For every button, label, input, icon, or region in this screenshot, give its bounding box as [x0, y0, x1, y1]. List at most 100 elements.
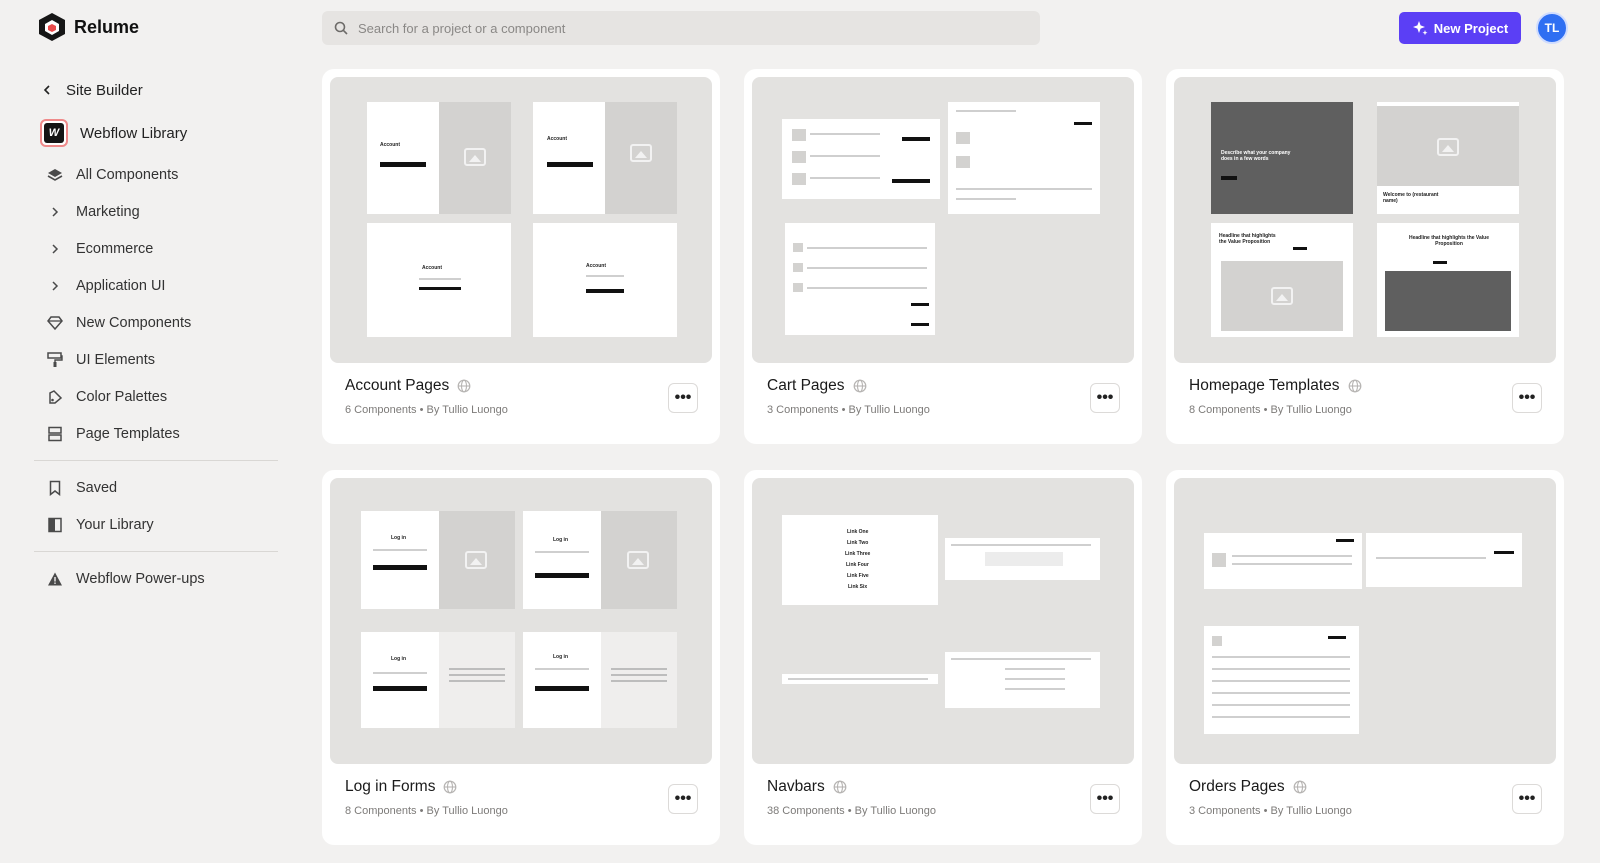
- card-title[interactable]: Homepage Templates: [1189, 377, 1362, 395]
- preview-heading: Welcome to (restaurant name): [1383, 192, 1439, 204]
- sparkle-icon: [1412, 21, 1428, 36]
- sidebar-item-label: Marketing: [76, 203, 140, 220]
- sidebar-item-saved[interactable]: Saved: [34, 469, 278, 506]
- sidebar-item-marketing[interactable]: Marketing: [34, 193, 278, 230]
- preview-heading: Log in: [391, 656, 406, 662]
- sidebar-item-label: Color Palettes: [76, 388, 168, 405]
- more-options-button[interactable]: •••: [668, 784, 698, 814]
- more-options-button[interactable]: •••: [1512, 383, 1542, 413]
- sidebar-item-all-components[interactable]: All Components: [34, 156, 278, 193]
- sidebar-item-ecommerce[interactable]: Ecommerce: [34, 230, 278, 267]
- more-dots-icon: •••: [1518, 389, 1536, 406]
- globe-icon: [853, 379, 866, 393]
- card-meta: 3 Components • By Tullio Luongo: [1189, 805, 1352, 817]
- sidebar-divider: [34, 551, 278, 552]
- image-placeholder-icon: [464, 148, 486, 166]
- sidebar-item-your-library[interactable]: Your Library: [34, 506, 278, 543]
- search-bar[interactable]: [322, 11, 1040, 45]
- preview-heading: Headline that highlights the Value Propo…: [1219, 233, 1276, 245]
- preview-nav-link: Link Two: [847, 540, 869, 546]
- new-project-button[interactable]: New Project: [1399, 12, 1521, 44]
- preview-nav-link: Link Five: [847, 573, 869, 579]
- more-options-button[interactable]: •••: [1512, 784, 1542, 814]
- project-card-cart-pages[interactable]: Cart Pages 3 Components • By Tullio Luon…: [744, 69, 1142, 444]
- project-card-log-in-forms[interactable]: Log in Log in Log in Log in Log in Forms…: [322, 470, 720, 845]
- sidebar-item-label: Saved: [76, 479, 118, 496]
- project-card-navbars[interactable]: Link One Link Two Link Three Link Four L…: [744, 470, 1142, 845]
- card-title[interactable]: Navbars: [767, 778, 847, 796]
- image-placeholder-icon: [630, 144, 652, 162]
- card-meta: 8 Components • By Tullio Luongo: [1189, 404, 1352, 416]
- image-placeholder-icon: [1437, 138, 1459, 156]
- back-to-site-builder[interactable]: Site Builder: [34, 70, 278, 110]
- image-placeholder-icon: [627, 551, 649, 569]
- more-dots-icon: •••: [674, 389, 692, 406]
- more-dots-icon: •••: [674, 790, 692, 807]
- sidebar-item-label: Your Library: [76, 516, 154, 533]
- more-options-button[interactable]: •••: [668, 383, 698, 413]
- image-placeholder-icon: [1271, 287, 1293, 305]
- relume-logo-icon: [39, 13, 65, 41]
- app-name: Relume: [74, 16, 140, 37]
- project-card-homepage-templates[interactable]: Describe what your company does in a few…: [1166, 69, 1564, 444]
- library-label: Webflow Library: [80, 124, 188, 142]
- paint-roller-icon: [46, 351, 64, 369]
- chevron-left-icon: [43, 85, 50, 95]
- sidebar-item-ui-elements[interactable]: UI Elements: [34, 341, 278, 378]
- card-thumbnail: Describe what your company does in a few…: [1174, 77, 1556, 363]
- sidebar-item-label: All Components: [76, 166, 179, 183]
- card-meta: 38 Components • By Tullio Luongo: [767, 805, 936, 817]
- card-meta: 8 Components • By Tullio Luongo: [345, 805, 508, 817]
- sidebar-item-color-palettes[interactable]: Color Palettes: [34, 378, 278, 415]
- card-thumbnail: [1174, 478, 1556, 764]
- relume-logo[interactable]: Relume: [38, 12, 139, 42]
- card-meta: 3 Components • By Tullio Luongo: [767, 404, 930, 416]
- card-meta: 6 Components • By Tullio Luongo: [345, 404, 508, 416]
- more-options-button[interactable]: •••: [1090, 784, 1120, 814]
- card-title[interactable]: Orders Pages: [1189, 778, 1307, 796]
- sidebar-item-page-templates[interactable]: Page Templates: [34, 415, 278, 452]
- sidebar-item-label: Page Templates: [76, 425, 180, 442]
- card-title[interactable]: Cart Pages: [767, 377, 867, 395]
- sidebar: Site Builder W Webflow Library All Compo…: [34, 70, 278, 597]
- back-label: Site Builder: [66, 81, 143, 99]
- palette-icon: [46, 388, 64, 406]
- sidebar-item-application-ui[interactable]: Application UI: [34, 267, 278, 304]
- project-card-account-pages[interactable]: Account Account Account Account Account …: [322, 69, 720, 444]
- search-input[interactable]: [358, 20, 998, 36]
- card-title[interactable]: Log in Forms: [345, 778, 457, 796]
- sidebar-item-webflow-power-ups[interactable]: Webflow Power-ups: [34, 560, 278, 597]
- sidebar-item-label: Application UI: [76, 277, 166, 294]
- card-title[interactable]: Account Pages: [345, 377, 471, 395]
- more-options-button[interactable]: •••: [1090, 383, 1120, 413]
- sidebar-item-new-components[interactable]: New Components: [34, 304, 278, 341]
- card-thumbnail: Link One Link Two Link Three Link Four L…: [752, 478, 1134, 764]
- chevron-right-icon: [46, 277, 64, 295]
- more-dots-icon: •••: [1518, 790, 1536, 807]
- project-card-orders-pages[interactable]: Orders Pages 3 Components • By Tullio Lu…: [1166, 470, 1564, 845]
- webflow-icon: W: [40, 119, 68, 147]
- preview-heading: Log in: [553, 654, 568, 660]
- globe-icon: [444, 780, 457, 794]
- card-thumbnail: Log in Log in Log in Log in: [330, 478, 712, 764]
- image-placeholder-icon: [465, 551, 487, 569]
- new-project-label: New Project: [1433, 20, 1509, 36]
- webflow-library-header[interactable]: W Webflow Library: [34, 110, 278, 156]
- preview-heading: Headline that highlights the Value Propo…: [1408, 235, 1489, 247]
- chevron-right-icon: [46, 203, 64, 221]
- sidebar-item-label: New Components: [76, 314, 192, 331]
- globe-icon: [457, 379, 471, 393]
- card-thumbnail: Account Account Account Account: [330, 77, 712, 363]
- globe-icon: [1293, 780, 1307, 794]
- template-icon: [46, 425, 64, 443]
- globe-icon: [833, 780, 847, 794]
- sidebar-item-label: Webflow Power-ups: [76, 570, 205, 587]
- diamond-icon: [46, 314, 64, 332]
- more-dots-icon: •••: [1096, 389, 1114, 406]
- sidebar-divider: [34, 460, 278, 461]
- search-icon: [334, 21, 348, 35]
- chevron-right-icon: [46, 240, 64, 258]
- card-thumbnail: [752, 77, 1134, 363]
- preview-heading: Log in: [553, 537, 568, 543]
- user-avatar[interactable]: TL: [1536, 12, 1568, 44]
